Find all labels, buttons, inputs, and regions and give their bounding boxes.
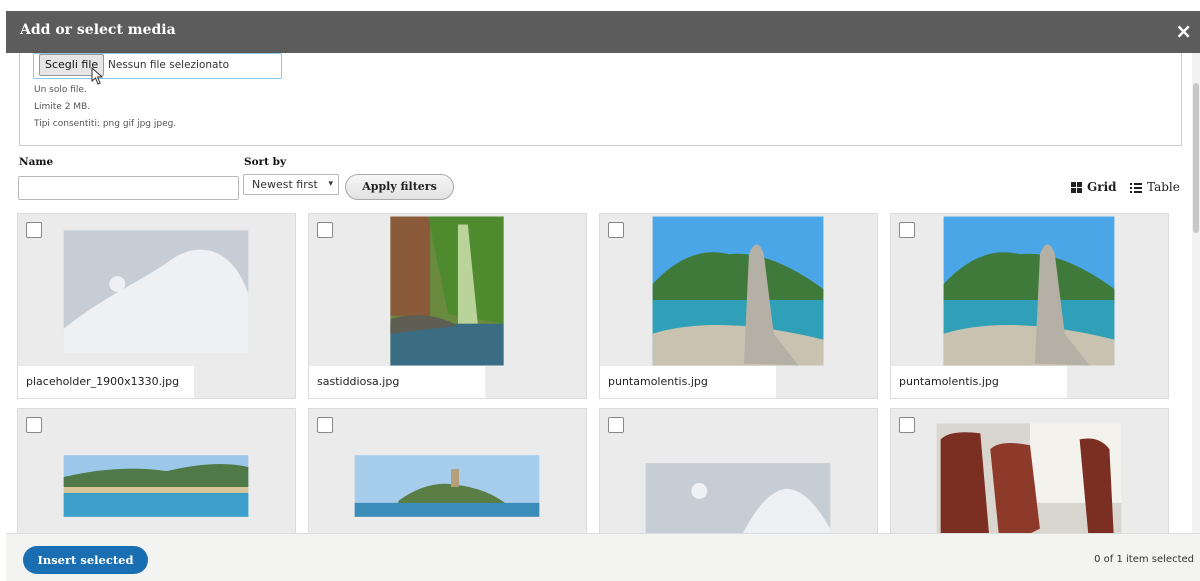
media-select-checkbox[interactable] (317, 417, 333, 433)
rock-coast-photo-icon (943, 216, 1115, 366)
scrollbar-thumb[interactable] (1193, 83, 1199, 233)
sort-by-select[interactable]: Newest first ▾ (243, 174, 339, 195)
beach-panorama-photo-icon (63, 455, 249, 517)
tower-island-photo-icon (354, 455, 540, 517)
media-select-checkbox[interactable] (26, 222, 42, 238)
media-card[interactable]: placeholder_1900x1330.jpg (17, 213, 296, 399)
table-view-label: Table (1147, 180, 1180, 194)
media-select-checkbox[interactable] (899, 417, 915, 433)
media-filename: puntamolentis.jpg (600, 366, 776, 398)
media-select-checkbox[interactable] (26, 417, 42, 433)
apply-filters-button[interactable]: Apply filters (345, 174, 454, 200)
chevron-down-icon: ▾ (328, 179, 333, 189)
grid-view-toggle[interactable]: Grid (1071, 180, 1117, 194)
upload-hint-types: Tipi consentiti: png gif jpg jpeg. (34, 119, 177, 129)
close-icon[interactable]: × (1175, 19, 1192, 43)
media-card[interactable]: sastiddiosa.jpg (308, 213, 587, 399)
media-card[interactable]: puntamolentis.jpg (890, 213, 1169, 399)
media-filename: placeholder_1900x1330.jpg (18, 366, 194, 398)
upload-panel: Scegli file Nessun file selezionato Un s… (19, 53, 1182, 146)
list-icon (1130, 181, 1142, 193)
media-select-checkbox[interactable] (608, 222, 624, 238)
upload-hint-limit: Limite 2 MB. (34, 102, 91, 112)
media-filename: sastiddiosa.jpg (309, 366, 485, 398)
media-card[interactable]: puntamolentis.jpg (599, 213, 878, 399)
media-grid: placeholder_1900x1330.jpg sastiddiosa.jp… (17, 213, 1182, 533)
insert-selected-button[interactable]: Insert selected (23, 546, 148, 574)
media-select-checkbox[interactable] (317, 222, 333, 238)
media-card[interactable] (890, 408, 1169, 533)
placeholder-image-icon (645, 463, 831, 533)
name-filter-label: Name (19, 156, 54, 168)
file-status-text: Nessun file selezionato (108, 59, 230, 71)
media-filename: puntamolentis.jpg (891, 366, 1067, 398)
grid-icon (1071, 181, 1082, 193)
grid-view-label: Grid (1087, 180, 1117, 194)
media-card[interactable] (599, 408, 878, 533)
dialog-footer: Insert selected 0 of 1 item selected (6, 533, 1200, 581)
sort-by-label: Sort by (244, 156, 287, 168)
table-view-toggle[interactable]: Table (1130, 180, 1180, 194)
name-filter-input[interactable] (18, 176, 239, 200)
media-card[interactable] (17, 408, 296, 533)
media-select-checkbox[interactable] (899, 222, 915, 238)
waterfall-photo-icon (390, 216, 504, 366)
upload-hint-single: Un solo file. (34, 85, 87, 95)
dialog-scrollbar[interactable] (1192, 53, 1200, 533)
media-card[interactable] (308, 408, 587, 533)
rock-coast-photo-icon (652, 216, 824, 366)
file-input[interactable]: Scegli file Nessun file selezionato (33, 53, 282, 79)
sort-by-value: Newest first (252, 178, 318, 191)
selection-count: 0 of 1 item selected (1094, 554, 1194, 565)
placeholder-image-icon (63, 230, 249, 354)
train-seats-photo-icon (936, 423, 1122, 533)
dialog-titlebar: Add or select media × (6, 11, 1200, 53)
mouse-pointer-icon (91, 67, 104, 85)
media-select-checkbox[interactable] (608, 417, 624, 433)
dialog-title: Add or select media (20, 22, 176, 38)
